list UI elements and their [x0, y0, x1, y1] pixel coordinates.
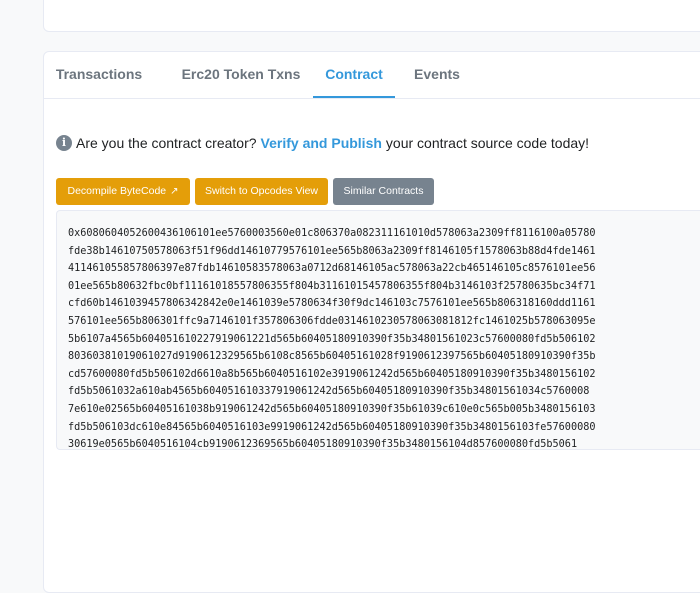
contract-creator-notice: i Are you the contract creator? Verify a…	[56, 135, 589, 151]
contract-card: Transactions Erc20 Token Txns Contract E…	[43, 51, 700, 593]
bytecode-text: 0x6080604052600436106101ee5760003560e01c…	[68, 225, 596, 450]
bytecode-line: 576101ee565b806301ffc9a7146101f357806306…	[68, 315, 596, 327]
bytecode-line: cfd60b1461039457806342842e0e1461039e5780…	[68, 298, 596, 310]
bytecode-line: 411461055857806397e87fdb14610583578063a0…	[68, 263, 596, 275]
bytecode-line: 0x6080604052600436106101ee5760003560e01c…	[68, 228, 596, 239]
verify-and-publish-link[interactable]: Verify and Publish	[261, 135, 382, 151]
info-icon: i	[56, 135, 72, 151]
notice-suffix: your contract source code today!	[385, 135, 590, 151]
bytecode-line: cd57600080fd5b506102d6610a8b565b60405161…	[68, 368, 596, 380]
notice-prefix: Are you the contract creator?	[76, 135, 257, 151]
bytecode-line: fd5b506103dc610e84565b6040516103e9919061…	[68, 421, 596, 433]
bytecode-line: 7e610e02565b60405161038b919061242d565b60…	[68, 403, 596, 415]
bytecode-line: fde38b14610750578063f51f96dd146107795761…	[68, 245, 596, 257]
bytecode-line: 01ee565b80632fbc0bf11161018557806355f804…	[68, 280, 596, 292]
external-link-icon: ↗	[170, 186, 179, 197]
similar-contracts-button[interactable]: Similar Contracts	[333, 178, 434, 205]
top-card	[43, 0, 700, 32]
bytecode-box[interactable]: 0x6080604052600436106101ee5760003560e01c…	[56, 210, 700, 450]
tab-transactions[interactable]: Transactions	[44, 52, 154, 96]
tab-events[interactable]: Events	[400, 52, 474, 96]
bytecode-line: 80360381019061027d9190612329565b6108c856…	[68, 351, 596, 363]
bytecode-line: 30619e0565b6040516104cb9190612369565b604…	[68, 439, 578, 450]
tab-bar: Transactions Erc20 Token Txns Contract E…	[44, 52, 700, 99]
tab-erc20-token-txns[interactable]: Erc20 Token Txns	[158, 52, 324, 96]
tab-contract[interactable]: Contract	[313, 52, 395, 98]
switch-to-opcodes-button[interactable]: Switch to Opcodes View	[195, 178, 328, 205]
decompile-bytecode-button[interactable]: Decompile ByteCode ↗	[56, 178, 190, 205]
bytecode-line: 5b6107a4565b604051610227919061221d565b60…	[68, 333, 596, 345]
bytecode-line: fd5b5061032a610ab4565b604051610337919061…	[68, 386, 590, 398]
